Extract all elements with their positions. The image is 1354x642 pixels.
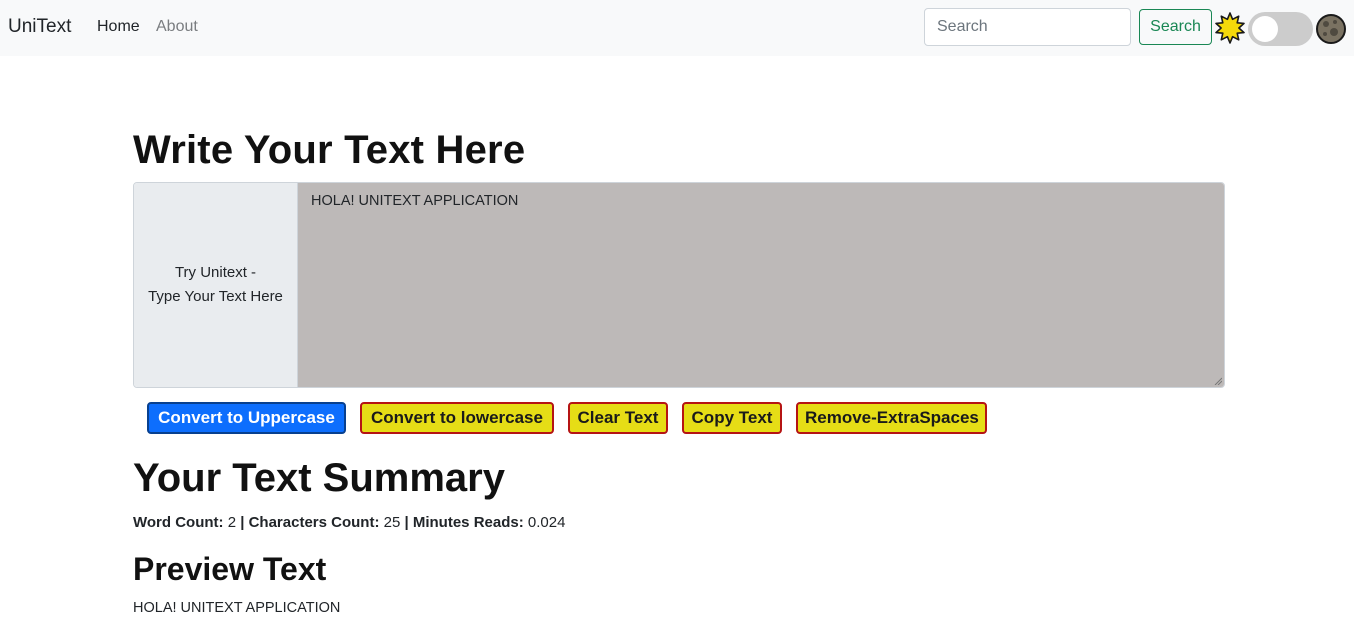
text-input-group: Try Unitext - Type Your Text Here HOLA! … [133, 182, 1225, 388]
search-button[interactable]: Search [1139, 9, 1212, 45]
minutes-read-label: Minutes Reads: [412, 514, 524, 531]
word-count-label: Word Count: [133, 514, 224, 531]
minutes-read-value: 0.024 [527, 514, 566, 531]
separator-1: | [240, 514, 245, 531]
brand-logo[interactable]: UniText [8, 16, 71, 38]
nav-link-about[interactable]: About [156, 18, 198, 36]
sun-icon [1215, 12, 1245, 44]
editor-heading: Write Your Text Here [133, 128, 526, 172]
nav-link-home[interactable]: Home [97, 18, 140, 36]
word-count-value: 2 [227, 514, 237, 531]
textarea-prefix-label: Try Unitext - Type Your Text Here [134, 183, 298, 387]
resize-grip-icon[interactable] [1214, 377, 1222, 385]
search-input[interactable] [924, 8, 1131, 46]
dark-mode-toggle[interactable] [1248, 12, 1313, 46]
text-input-area[interactable]: HOLA! UNITEXT APPLICATION [298, 183, 1224, 387]
summary-heading: Your Text Summary [133, 456, 505, 500]
clear-text-button[interactable]: Clear Text [568, 402, 668, 434]
prefix-line-2: Type Your Text Here [148, 288, 283, 305]
copy-text-button[interactable]: Copy Text [682, 402, 782, 434]
preview-text: HOLA! UNITEXT APPLICATION [133, 600, 341, 616]
separator-2: | [404, 514, 409, 531]
convert-uppercase-button[interactable]: Convert to Uppercase [147, 402, 346, 434]
characters-count-value: 25 [383, 514, 401, 531]
prefix-line-1: Try Unitext - [174, 264, 257, 281]
moon-icon [1316, 14, 1346, 44]
text-summary-stats: Word Count: 2 | Characters Count: 25 | M… [133, 514, 565, 531]
preview-heading: Preview Text [133, 551, 327, 587]
navbar: UniText Home About Search [0, 0, 1354, 56]
remove-extra-spaces-button[interactable]: Remove-ExtraSpaces [796, 402, 987, 434]
toggle-knob [1252, 16, 1278, 42]
convert-lowercase-button[interactable]: Convert to lowercase [360, 402, 554, 434]
characters-count-label: Characters Count: [248, 514, 380, 531]
